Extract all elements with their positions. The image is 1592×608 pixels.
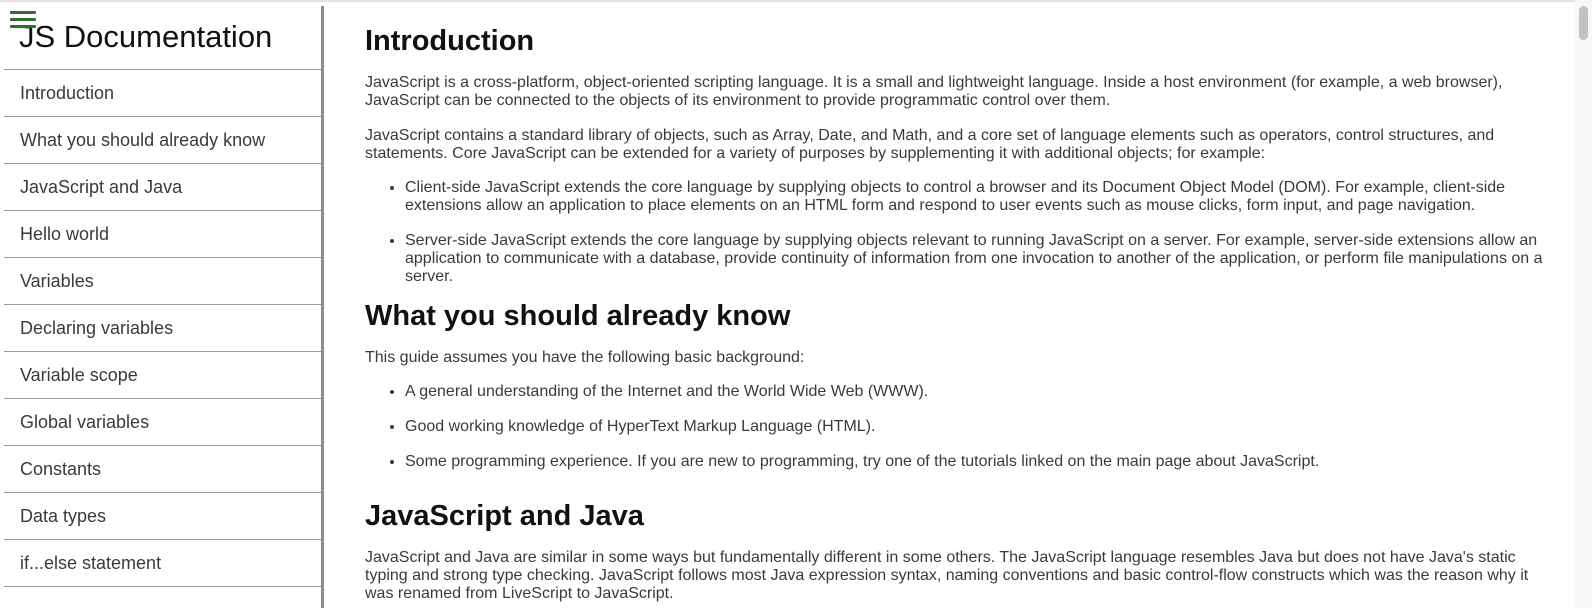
section-paragraph: JavaScript contains a standard library o…: [365, 127, 1495, 162]
section-introduction: Introduction JavaScript is a cross-platf…: [365, 24, 1547, 286]
section-heading: JavaScript and Java: [365, 500, 644, 532]
nav-link-declaring-variables[interactable]: Declaring variables: [4, 305, 321, 352]
list-item: Good working knowledge of HyperText Mark…: [405, 418, 1547, 436]
scrollbar-thumb[interactable]: [1579, 6, 1588, 40]
section-what-you-should-already-know: What you should already know This guide …: [365, 299, 1547, 471]
navbar: JS Documentation Introduction What you s…: [4, 6, 324, 608]
hamburger-line: [10, 11, 36, 14]
nav-link-variable-scope[interactable]: Variable scope: [4, 352, 321, 399]
section-paragraph: JavaScript is a cross-platform, object-o…: [365, 74, 1503, 109]
sidebar-title: JS Documentation: [4, 6, 321, 70]
nav-link-variables[interactable]: Variables: [4, 258, 321, 305]
scrollbar[interactable]: [1575, 0, 1592, 608]
nav-link-what-you-should-already-know[interactable]: What you should already know: [4, 117, 321, 164]
bullet-list: A general understanding of the Internet …: [365, 383, 1547, 471]
nav-link-if-else-statement[interactable]: if...else statement: [4, 540, 321, 587]
list-item: A general understanding of the Internet …: [405, 383, 1547, 401]
nav-link-hello-world[interactable]: Hello world: [4, 211, 321, 258]
list-item: Client-side JavaScript extends the core …: [405, 179, 1547, 215]
hamburger-icon[interactable]: [10, 11, 36, 31]
list-item: Server-side JavaScript extends the core …: [405, 232, 1547, 286]
nav-link-javascript-and-java[interactable]: JavaScript and Java: [4, 164, 321, 211]
nav-link-global-variables[interactable]: Global variables: [4, 399, 321, 446]
bullet-list: Client-side JavaScript extends the core …: [365, 179, 1547, 286]
section-heading: What you should already know: [365, 300, 791, 332]
nav-link-constants[interactable]: Constants: [4, 446, 321, 493]
main-doc: Introduction JavaScript is a cross-platf…: [365, 6, 1547, 608]
hamburger-line: [10, 25, 36, 28]
nav-list: Introduction What you should already kno…: [4, 70, 321, 587]
section-paragraph: This guide assumes you have the followin…: [365, 349, 805, 366]
section-paragraph: JavaScript and Java are similar in some …: [365, 549, 1529, 602]
nav-link-data-types[interactable]: Data types: [4, 493, 321, 540]
hamburger-line: [10, 18, 36, 21]
nav-link-introduction[interactable]: Introduction: [4, 70, 321, 117]
section-javascript-and-java: JavaScript and Java JavaScript and Java …: [365, 499, 1547, 603]
section-heading: Introduction: [365, 25, 535, 57]
top-border: [0, 0, 1592, 2]
list-item: Some programming experience. If you are …: [405, 453, 1547, 471]
